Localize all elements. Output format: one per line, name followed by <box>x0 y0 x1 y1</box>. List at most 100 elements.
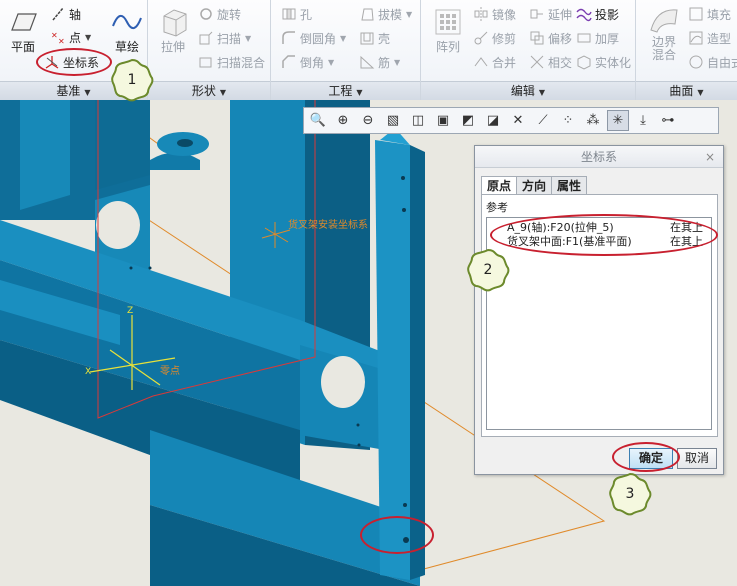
zoom-out-icon[interactable]: ⊖ <box>357 110 379 131</box>
tab-orientation[interactable]: 方向 <box>516 176 553 195</box>
point-tag-icon[interactable]: ⁂ <box>582 110 604 131</box>
plane-icon <box>6 6 40 38</box>
boundary-blend-icon <box>647 4 681 36</box>
view-toolbar: 🔍 ⊕ ⊖ ▧ ◫ ▣ ◩ ◪ ✕ ⟋ ⁘ ⁂ ✳ ⤓ ⊶ <box>303 107 719 134</box>
plane-button[interactable]: 平面 <box>6 6 40 55</box>
extend-label: 延伸 <box>548 7 573 22</box>
chamfer-icon <box>281 54 297 70</box>
zoom-in-icon[interactable]: ⊕ <box>332 110 354 131</box>
axis-button[interactable]: 轴 <box>50 4 81 24</box>
svg-text:✕: ✕ <box>58 37 65 45</box>
swept-blend-button[interactable]: 扫描混合 <box>198 52 265 72</box>
editing-group-label[interactable]: 编辑 ▼ <box>421 81 635 100</box>
view-manager-icon[interactable]: ◩ <box>457 110 479 131</box>
callout-badge-2: 2 <box>466 248 510 292</box>
extrude-icon <box>156 6 190 38</box>
freestyle-label: 自由式 <box>707 55 737 70</box>
draft-button[interactable]: 拔模 ▼ <box>359 4 412 24</box>
extend-button[interactable]: 延伸 <box>529 4 572 24</box>
offset-button[interactable]: 偏移 <box>529 28 572 48</box>
rib-button[interactable]: 筋 ▼ <box>359 52 400 72</box>
pattern-icon <box>431 6 465 38</box>
solidify-label: 实体化 <box>595 55 632 70</box>
repaint-icon[interactable]: ▧ <box>382 110 404 131</box>
chamfer-dropdown-icon[interactable]: ▼ <box>328 58 334 67</box>
fill-button[interactable]: 填充 <box>688 4 731 24</box>
point-display-icon[interactable]: ⁘ <box>557 110 579 131</box>
project-button[interactable]: 投影 <box>576 4 619 24</box>
boundary-blend-button[interactable]: 边界混合 <box>644 4 684 62</box>
freestyle-icon <box>688 54 704 70</box>
dialog-title-bar[interactable]: 坐标系 × <box>475 146 723 168</box>
plane-display-icon[interactable]: ✕ <box>507 110 529 131</box>
annotation-display-icon[interactable]: ⤓ <box>632 110 654 131</box>
swept-blend-icon <box>198 54 214 70</box>
project-icon <box>576 6 592 22</box>
intersect-icon <box>529 54 545 70</box>
perspective-icon[interactable]: ◪ <box>482 110 504 131</box>
display-style-icon[interactable]: ◫ <box>407 110 429 131</box>
shell-button[interactable]: 壳 <box>359 28 390 48</box>
offset-icon <box>529 30 545 46</box>
surfaces-group-label[interactable]: 曲面 ▼ <box>636 81 737 100</box>
axis-display-icon[interactable]: ⟋ <box>532 110 554 131</box>
point-dropdown-icon[interactable]: ▼ <box>85 33 91 42</box>
hole-button[interactable]: 孔 <box>281 4 312 24</box>
trim-icon <box>473 30 489 46</box>
mirror-button[interactable]: 镜像 <box>473 4 516 24</box>
hole-label: 孔 <box>300 7 313 22</box>
freestyle-button[interactable]: 自由式 <box>688 52 737 72</box>
refit-icon[interactable]: 🔍 <box>307 110 329 131</box>
spin-center-icon[interactable]: ⊶ <box>657 110 679 131</box>
saved-views-icon[interactable]: ▣ <box>432 110 454 131</box>
cancel-button[interactable]: 取消 <box>677 448 717 469</box>
callout-number: 3 <box>625 486 635 502</box>
callout-ring-csys <box>36 48 112 76</box>
csys-dialog: 坐标系 × 原点 方向 属性 参考 A_9(轴):F20(拉伸_5) 在其上 货… <box>474 145 724 475</box>
solidify-icon <box>576 54 592 70</box>
sketch-label: 草绘 <box>114 40 139 54</box>
tab-properties[interactable]: 属性 <box>551 176 588 195</box>
round-icon <box>281 30 297 46</box>
revolve-button[interactable]: 旋转 <box>198 4 241 24</box>
merge-button[interactable]: 合并 <box>473 52 516 72</box>
style-button[interactable]: 造型 <box>688 28 731 48</box>
fork-frame-model[interactable] <box>0 100 425 586</box>
intersect-button[interactable]: 相交 <box>529 52 572 72</box>
callout-number: 1 <box>127 72 137 88</box>
sketch-button[interactable]: 草绘 <box>110 6 144 55</box>
round-dropdown-icon[interactable]: ▼ <box>340 34 346 43</box>
draft-dropdown-icon[interactable]: ▼ <box>406 10 412 19</box>
round-button[interactable]: 倒圆角 ▼ <box>281 28 346 48</box>
engineering-group-label[interactable]: 工程 ▼ <box>271 81 420 100</box>
style-label: 造型 <box>707 31 732 46</box>
extrude-button[interactable]: 拉伸 <box>156 6 190 55</box>
axis-icon <box>50 6 66 22</box>
engineering-caret-icon: ▼ <box>356 88 363 97</box>
fill-label: 填充 <box>707 7 732 22</box>
plane-label: 平面 <box>10 40 35 54</box>
tab-origin[interactable]: 原点 <box>481 176 518 195</box>
csys-display-icon[interactable]: ✳ <box>607 110 629 131</box>
surfaces-caret-icon: ▼ <box>697 88 704 97</box>
sweep-dropdown-icon[interactable]: ▼ <box>245 34 251 43</box>
chamfer-button[interactable]: 倒角 ▼ <box>281 52 334 72</box>
thicken-button[interactable]: 加厚 <box>576 28 619 48</box>
datum-caret-icon: ▼ <box>84 88 91 97</box>
pattern-button[interactable]: 阵列 <box>431 6 465 55</box>
trim-button[interactable]: 修剪 <box>473 28 516 48</box>
point-label: 点 <box>69 30 82 45</box>
extend-icon <box>529 6 545 22</box>
callout-number: 2 <box>483 262 493 278</box>
project-label: 投影 <box>595 7 620 22</box>
rib-dropdown-icon[interactable]: ▼ <box>394 58 400 67</box>
solidify-button[interactable]: 实体化 <box>576 52 631 72</box>
shapes-group: 拉伸 旋转 扫描 ▼ 扫描混合 形状 ▼ <box>148 0 271 100</box>
point-button[interactable]: ✕ ✕ 点 ▼ <box>50 27 91 47</box>
callout-ring-references <box>490 214 718 256</box>
shapes-group-label[interactable]: 形状 ▼ <box>148 81 270 100</box>
mirror-icon <box>473 6 489 22</box>
sweep-button[interactable]: 扫描 ▼ <box>198 28 251 48</box>
engineering-group: 孔 倒圆角 ▼ 倒角 ▼ 拔模 ▼ 壳 筋 ▼ 工程 ▼ <box>271 0 421 100</box>
close-icon[interactable]: × <box>705 146 715 168</box>
